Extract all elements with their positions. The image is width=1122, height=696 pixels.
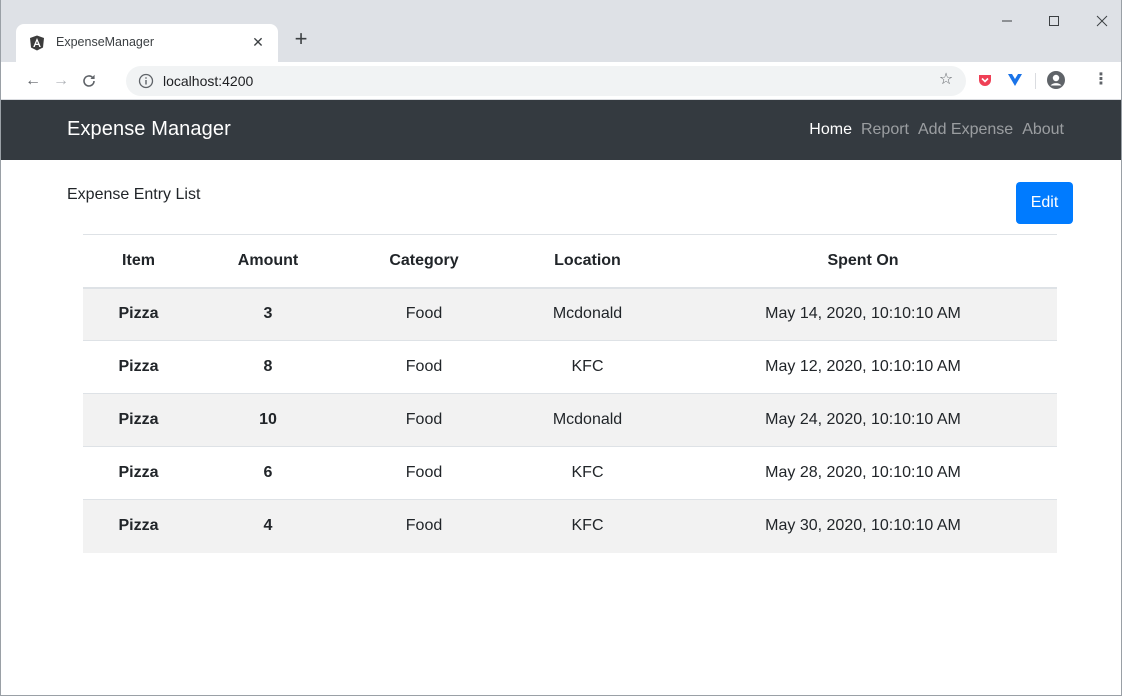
header-spent-on: Spent On [669, 234, 1057, 289]
table-row: Pizza 4 Food KFC May 30, 2020, 10:10:10 … [83, 499, 1057, 553]
cell-location: KFC [571, 517, 604, 535]
account-circle-icon[interactable] [1046, 70, 1066, 90]
cell-item: Pizza [118, 517, 159, 535]
header-item: Item [83, 234, 194, 289]
info-icon[interactable] [138, 73, 154, 89]
header-location: Location [506, 234, 669, 289]
cell-amount: 8 [263, 358, 273, 375]
cell-spent-on: May 24, 2020, 10:10:10 AM [765, 411, 961, 428]
table-row: Pizza 8 Food KFC May 12, 2020, 10:10:10 … [83, 340, 1057, 394]
expense-table: Item Amount Category Location Spent On P… [83, 234, 1057, 553]
header-amount: Amount [194, 234, 342, 289]
vue-devtools-extension-icon[interactable] [1006, 71, 1024, 89]
cell-item: Pizza [118, 358, 159, 375]
nav-link-home[interactable]: Home [800, 121, 852, 139]
cell-spent-on: May 28, 2020, 10:10:10 AM [765, 464, 961, 481]
page-title: Expense Entry List [67, 186, 201, 203]
back-arrow-icon[interactable]: ← [23, 71, 43, 91]
new-tab-icon[interactable]: + [289, 28, 313, 52]
toolbar-divider [1035, 73, 1036, 89]
table-row: Pizza 10 Food Mcdonald May 24, 2020, 10:… [83, 393, 1057, 447]
cell-amount: 10 [259, 411, 277, 428]
browser-tab[interactable]: ExpenseManager ✕ [16, 24, 278, 62]
table-row: Pizza 6 Food KFC May 28, 2020, 10:10:10 … [83, 446, 1057, 500]
star-icon[interactable]: ☆ [936, 70, 956, 90]
header-category: Category [342, 234, 506, 289]
pocket-extension-icon[interactable] [976, 71, 994, 89]
cell-category: Food [405, 305, 443, 323]
browser-toolbar: ← → localhost:4200 ☆ ⋮ [1, 62, 1121, 100]
tab-strip: ExpenseManager ✕ + [1, 0, 1121, 62]
table-header-row: Item Amount Category Location Spent On [83, 234, 1057, 289]
browser-window: ExpenseManager ✕ + ← → localhost:4200 ☆ … [0, 0, 1122, 696]
app-navbar: Expense Manager Home Report Add Expense … [1, 100, 1121, 160]
cell-location: KFC [571, 358, 604, 375]
forward-arrow-icon[interactable]: → [51, 71, 71, 91]
maximize-icon[interactable] [1031, 14, 1077, 36]
nav-links: Home Report Add Expense About [800, 121, 1064, 139]
cell-category: Food [405, 358, 443, 375]
cell-amount: 6 [263, 464, 273, 481]
cell-category: Food [405, 411, 443, 428]
cell-location: Mcdonald [552, 305, 623, 323]
tab-close-icon[interactable]: ✕ [248, 32, 268, 52]
cell-spent-on: May 12, 2020, 10:10:10 AM [765, 358, 961, 375]
close-window-icon[interactable] [1079, 14, 1121, 36]
cell-amount: 4 [263, 517, 273, 535]
cell-item: Pizza [118, 411, 159, 428]
cell-spent-on: May 14, 2020, 10:10:10 AM [765, 305, 961, 323]
cell-category: Food [405, 517, 443, 535]
address-bar[interactable]: localhost:4200 [126, 66, 966, 96]
angular-logo-icon [30, 35, 44, 51]
cell-category: Food [405, 464, 443, 481]
url-text: localhost:4200 [163, 73, 254, 89]
cell-item: Pizza [118, 464, 159, 481]
cell-item: Pizza [118, 305, 159, 323]
navbar-brand[interactable]: Expense Manager [67, 118, 231, 141]
cell-location: Mcdonald [552, 411, 623, 428]
reload-icon[interactable] [79, 71, 99, 91]
cell-spent-on: May 30, 2020, 10:10:10 AM [765, 517, 961, 535]
tab-title: ExpenseManager [56, 35, 154, 49]
nav-link-about[interactable]: About [1013, 121, 1064, 139]
cell-amount: 3 [263, 305, 273, 323]
edit-button[interactable]: Edit [1016, 182, 1073, 224]
kebab-menu-icon[interactable]: ⋮ [1093, 70, 1109, 90]
minimize-icon[interactable] [984, 14, 1030, 36]
nav-link-report[interactable]: Report [852, 121, 909, 139]
nav-link-add-expense[interactable]: Add Expense [909, 121, 1013, 139]
table-row: Pizza 3 Food Mcdonald May 14, 2020, 10:1… [83, 287, 1057, 341]
cell-location: KFC [571, 464, 604, 481]
